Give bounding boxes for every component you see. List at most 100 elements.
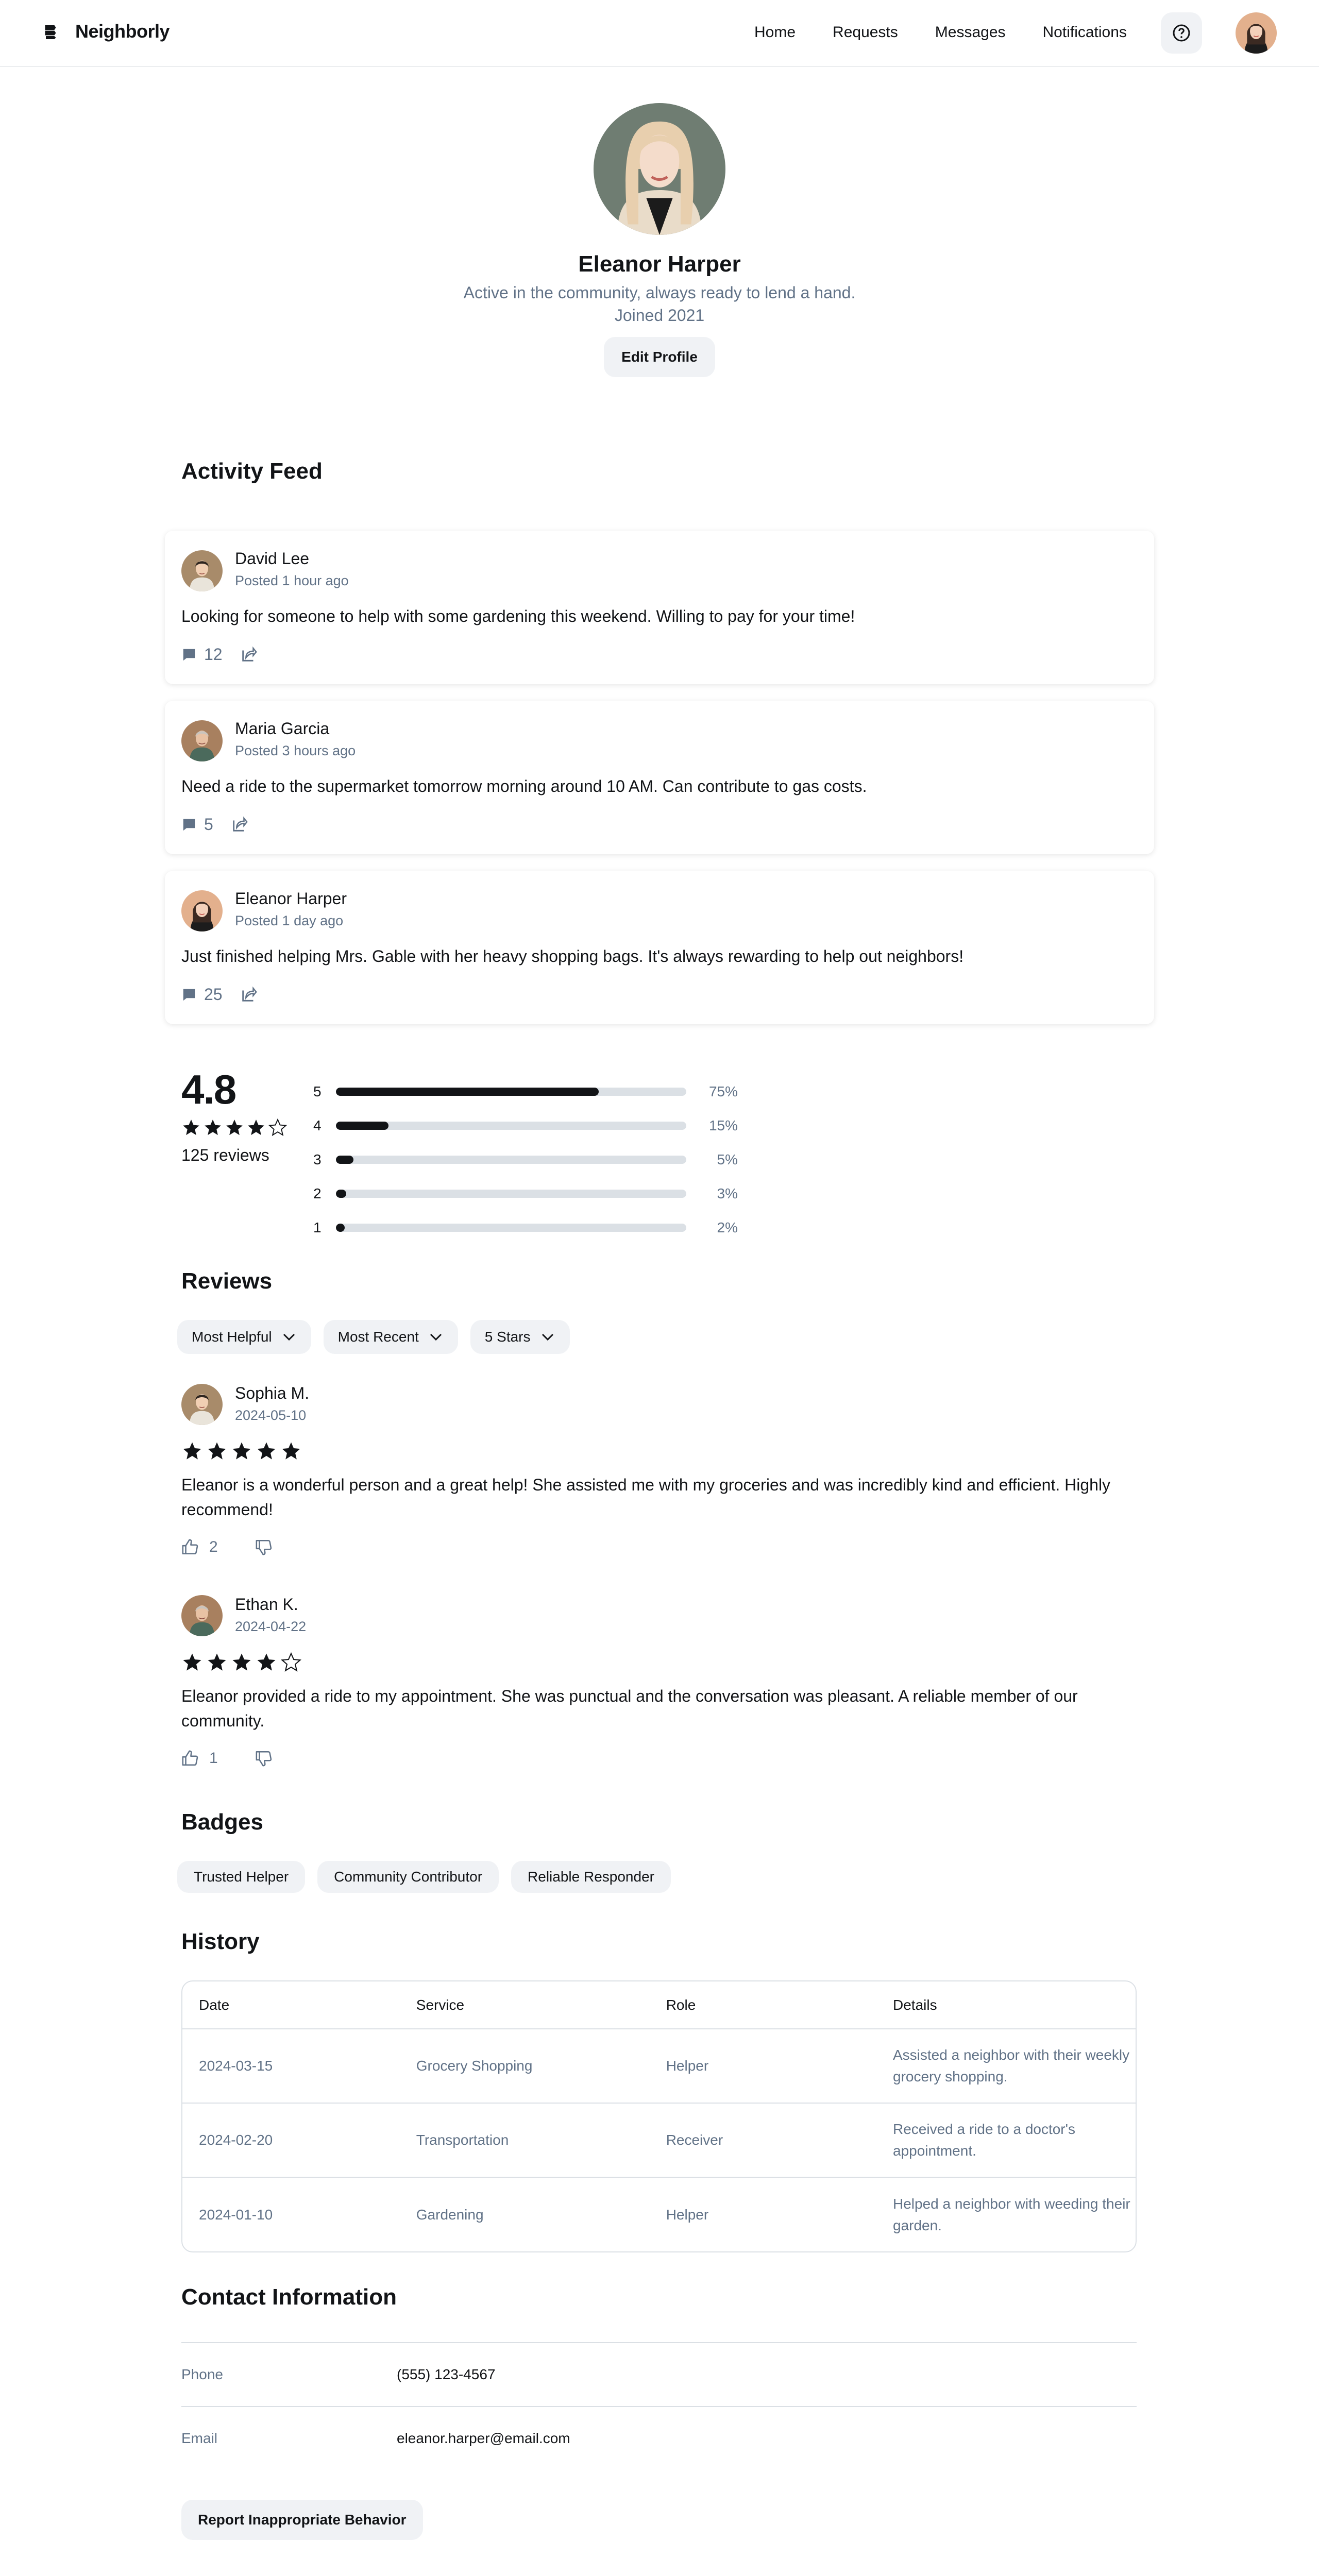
review-date: 2024-05-10 (235, 1408, 307, 1423)
history-details: Received a ride to a doctor's appointmen… (893, 2121, 1075, 2159)
column-header: Date (199, 1996, 230, 2013)
reviewer-name[interactable]: Ethan K. (235, 1595, 298, 1614)
history-date: 2024-02-20 (182, 2103, 400, 2177)
filter-stars[interactable]: 5 Stars (470, 1320, 570, 1354)
rating-average: 4.8 (181, 1066, 236, 1112)
brand-name: Neighborly (75, 21, 170, 42)
review-filters: Most Helpful Most Recent 5 Stars (177, 1320, 570, 1354)
badges-title: Badges (181, 1809, 263, 1835)
comment-icon[interactable] (181, 817, 197, 833)
rating-bar-fill (336, 1122, 388, 1130)
nav-messages[interactable]: Messages (935, 24, 1006, 41)
rating-bar-track (336, 1224, 686, 1232)
post-time: Posted 1 hour ago (235, 573, 349, 588)
rating-bar-fill (336, 1088, 599, 1096)
post-avatar[interactable] (181, 720, 223, 761)
thumbs-down-icon[interactable] (255, 1538, 273, 1556)
star-filled-icon (181, 1118, 201, 1138)
comment-count: 5 (204, 815, 213, 834)
rating-bar-label: 1 (313, 1219, 322, 1235)
post-avatar[interactable] (181, 890, 223, 931)
history-title: History (181, 1929, 260, 1954)
nav-notifications[interactable]: Notifications (1043, 24, 1127, 41)
badge-list: Trusted Helper Community Contributor Rel… (177, 1861, 671, 1893)
history-role: Helper (649, 2177, 876, 2251)
history-table: Date Service Role Details 2024-03-15 Gro… (181, 1980, 1137, 2252)
activity-post[interactable]: Eleanor Harper Posted 1 day ago Just fin… (165, 871, 1154, 1024)
history-service: Grocery Shopping (399, 2028, 650, 2103)
chevron-down-icon (428, 1329, 444, 1345)
review-stars (181, 1652, 302, 1673)
profile-section: Eleanor Harper Active in the community, … (0, 103, 1319, 377)
history-details: Helped a neighbor with weeding their gar… (893, 2195, 1130, 2233)
star-filled-icon (181, 1440, 203, 1462)
reviewer-name[interactable]: Sophia M. (235, 1384, 309, 1403)
report-behavior-button[interactable]: Report Inappropriate Behavior (181, 2500, 423, 2540)
contact-email[interactable]: eleanor.harper@email.com (397, 2430, 570, 2447)
review-text: Eleanor is a wonderful person and a grea… (181, 1476, 1111, 1519)
rating-summary: 4.8 125 reviews (181, 1066, 288, 1165)
table-row: 2024-01-10 Gardening Helper Helped a nei… (182, 2177, 1136, 2251)
logo-icon (45, 25, 56, 39)
reviews-title: Reviews (181, 1268, 273, 1294)
rating-bar-row: 3 5% (313, 1143, 738, 1177)
profile-name: Eleanor Harper (578, 251, 741, 277)
main-nav: Home Requests Messages Notifications (754, 24, 1127, 41)
rating-bar-percent: 15% (708, 1117, 738, 1133)
filter-most-helpful[interactable]: Most Helpful (177, 1320, 311, 1354)
chevron-down-icon (540, 1329, 555, 1345)
reviewer-avatar[interactable] (181, 1384, 223, 1425)
profile-photo (594, 103, 725, 235)
post-author[interactable]: David Lee (235, 549, 309, 568)
edit-profile-button[interactable]: Edit Profile (604, 337, 715, 377)
column-header: Role (666, 1996, 696, 2013)
filter-label: 5 Stars (484, 1329, 531, 1345)
table-row: 2024-02-20 Transportation Receiver Recei… (182, 2103, 1136, 2177)
review-stars (181, 1440, 302, 1462)
activity-post[interactable]: David Lee Posted 1 hour ago Looking for … (165, 531, 1154, 684)
badge: Trusted Helper (177, 1861, 306, 1893)
contact-phone[interactable]: (555) 123-4567 (397, 2366, 495, 2383)
user-avatar[interactable] (1236, 12, 1277, 54)
post-actions: 12 (181, 645, 258, 664)
thumbs-up-icon[interactable] (181, 1538, 199, 1556)
star-filled-icon (246, 1118, 266, 1138)
rating-bar-percent: 2% (717, 1219, 738, 1235)
filter-most-recent[interactable]: Most Recent (323, 1320, 458, 1354)
thumbs-up-icon[interactable] (181, 1750, 199, 1767)
rating-bar-label: 5 (313, 1083, 322, 1099)
post-author[interactable]: Eleanor Harper (235, 889, 347, 908)
rating-stars (181, 1118, 288, 1138)
badge: Reliable Responder (511, 1861, 671, 1893)
rating-bar-track (336, 1190, 686, 1198)
nav-home[interactable]: Home (754, 24, 796, 41)
share-icon[interactable] (240, 646, 258, 664)
share-icon[interactable] (231, 816, 248, 834)
rating-bar-row: 2 3% (313, 1177, 738, 1211)
comment-count: 25 (204, 985, 223, 1004)
comment-icon[interactable] (181, 647, 197, 663)
thumbs-down-icon[interactable] (255, 1750, 273, 1767)
rating-bar-fill (336, 1224, 345, 1232)
star-filled-icon (280, 1440, 302, 1462)
rating-bar-row: 5 75% (313, 1075, 738, 1109)
help-button[interactable] (1161, 12, 1202, 54)
post-avatar[interactable] (181, 550, 223, 591)
rating-bar-label: 4 (313, 1117, 322, 1133)
activity-post[interactable]: Maria Garcia Posted 3 hours ago Need a r… (165, 701, 1154, 854)
comment-count: 12 (204, 645, 223, 664)
post-author[interactable]: Maria Garcia (235, 719, 329, 738)
reviewer-avatar[interactable] (181, 1595, 223, 1636)
review-date: 2024-04-22 (235, 1619, 307, 1634)
brand[interactable]: Neighborly (41, 21, 170, 42)
comment-icon[interactable] (181, 987, 197, 1003)
rating-count: 125 reviews (181, 1146, 269, 1164)
rating-bar-row: 4 15% (313, 1109, 738, 1143)
nav-requests[interactable]: Requests (833, 24, 898, 41)
star-filled-icon (231, 1652, 252, 1673)
history-date: 2024-03-15 (182, 2028, 400, 2103)
star-filled-icon (181, 1652, 203, 1673)
rating-bar-track (336, 1088, 686, 1096)
share-icon[interactable] (240, 986, 258, 1004)
post-text: Just finished helping Mrs. Gable with he… (181, 947, 964, 965)
